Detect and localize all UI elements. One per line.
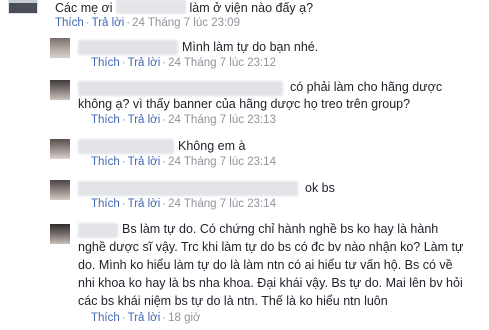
like-link[interactable]: Thích xyxy=(55,17,84,29)
avatar[interactable] xyxy=(50,38,70,58)
timestamp[interactable]: 24 Tháng 7 lúc 23:09 xyxy=(132,17,240,29)
comment-text-line: Bs làm tự do. Có chứng chỉ hành nghề bs … xyxy=(122,222,439,236)
comment-meta: Thích · Trả lời · 24 Tháng 7 lúc 23:12 xyxy=(91,57,276,69)
redacted-author-name[interactable] xyxy=(78,40,178,55)
comment-text-line: các bs khái niệm bs tự do là ntn. Thế là… xyxy=(78,294,388,308)
redacted-author-name[interactable] xyxy=(78,181,298,196)
timestamp[interactable]: 24 Tháng 7 lúc 23:14 xyxy=(168,198,276,210)
avatar[interactable] xyxy=(8,0,38,14)
redacted-author-name[interactable] xyxy=(78,139,174,154)
comment-meta: Thích · Trả lời · 24 Tháng 7 lúc 23:13 xyxy=(91,114,276,126)
redacted-author-name[interactable] xyxy=(78,223,118,238)
reply-link[interactable]: Trả lời xyxy=(128,198,161,210)
comment-text-line: nhi khoa ko hay là bs nha khoa. Đại khái… xyxy=(78,276,463,290)
comment-text-line: do. Mình ko hiểu làm tự do là làm ntn có… xyxy=(78,258,453,272)
reply-link[interactable]: Trả lời xyxy=(92,17,125,29)
comment-text: ok bs xyxy=(305,181,335,195)
comment-text: Các mẹ ơi làm ở viện nào đấy ạ? xyxy=(55,0,314,15)
comment-meta: Thích · Trả lời · 18 giờ xyxy=(91,312,201,324)
reply-link[interactable]: Trả lời xyxy=(128,57,161,69)
timestamp[interactable]: 24 Tháng 7 lúc 23:12 xyxy=(168,57,276,69)
avatar[interactable] xyxy=(50,80,70,100)
comment-text-continued: không ạ? vì thấy banner của hãng dược họ… xyxy=(78,97,411,111)
timestamp[interactable]: 24 Tháng 7 lúc 23:14 xyxy=(168,156,276,168)
parent-comment: Các mẹ ơi làm ở viện nào đấy ạ? Thích · Tr… xyxy=(0,0,489,34)
like-link[interactable]: Thích xyxy=(91,156,120,168)
reply-link[interactable]: Trả lời xyxy=(128,156,161,168)
redacted-author-name[interactable] xyxy=(78,81,283,96)
reply-link[interactable]: Trả lời xyxy=(128,312,161,324)
comment-text: có phải làm cho hãng dược xyxy=(290,80,443,94)
comment-text: Mình làm tự do bạn nhé. xyxy=(182,40,319,54)
like-link[interactable]: Thích xyxy=(91,114,120,126)
comment-meta: Thích · Trả lời · 24 Tháng 7 lúc 23:14 xyxy=(91,198,276,210)
comment-meta: Thích · Trả lời · 24 Tháng 7 lúc 23:14 xyxy=(91,156,276,168)
timestamp[interactable]: 18 giờ xyxy=(168,312,200,324)
reply-link[interactable]: Trả lời xyxy=(128,114,161,126)
avatar[interactable] xyxy=(50,139,70,159)
avatar[interactable] xyxy=(50,224,70,244)
comment-meta: Thích · Trả lời · 24 Tháng 7 lúc 23:09 xyxy=(55,17,240,29)
like-link[interactable]: Thích xyxy=(91,198,120,210)
timestamp[interactable]: 24 Tháng 7 lúc 23:13 xyxy=(168,114,276,126)
avatar[interactable] xyxy=(50,180,70,200)
redacted-name xyxy=(116,0,186,14)
comment-thread: Các mẹ ơi làm ở viện nào đấy ạ? Thích · Tr… xyxy=(0,0,489,330)
comment-text: Không em à xyxy=(178,139,246,153)
like-link[interactable]: Thích xyxy=(91,57,120,69)
comment-text-line: nghề dược sĩ vậy. Trc khi làm tự do bs c… xyxy=(78,240,464,254)
like-link[interactable]: Thích xyxy=(91,312,120,324)
